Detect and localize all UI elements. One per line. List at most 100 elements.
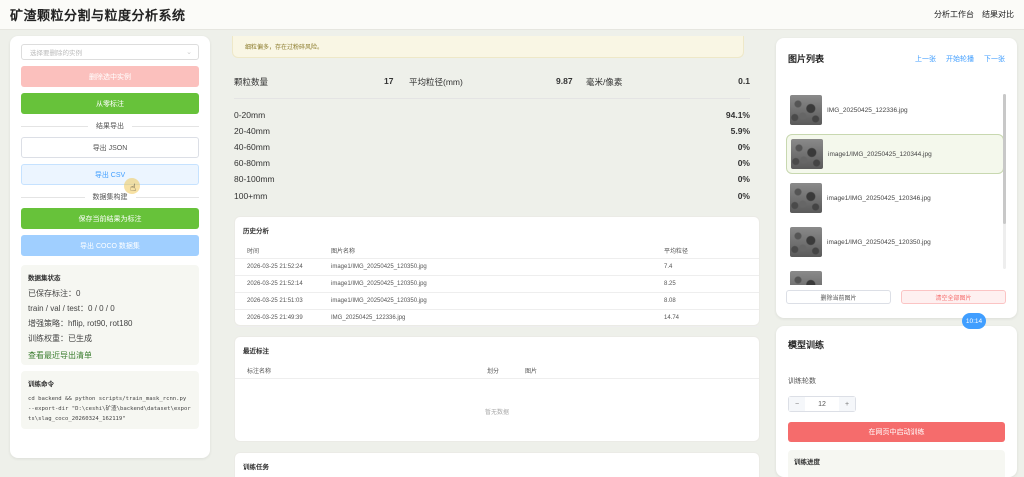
history-cell: image1/IMG_20250425_120350.jpg: [327, 258, 660, 276]
image-list-item[interactable]: image1/IMG_20250425_120346.jpg: [786, 178, 1004, 218]
minus-icon[interactable]: −: [789, 397, 805, 411]
image-thumbnail: [790, 183, 822, 213]
table-row[interactable]: 2026-03-25 21:49:39 IMG_20250425_122336.j…: [235, 309, 759, 327]
history-header-avg: 平均粒径: [660, 243, 759, 259]
scrollbar-thumb[interactable]: [1003, 94, 1006, 224]
history-cell: 2026-03-25 21:52:24: [235, 258, 327, 276]
plus-icon[interactable]: +: [839, 397, 855, 411]
training-task-card: 训练任务: [234, 452, 760, 477]
training-task-title: 训练任务: [243, 464, 269, 471]
image-thumbnail: [791, 139, 823, 169]
export-section-divider: 结果导出: [21, 121, 199, 131]
history-cell: 2026-03-25 21:52:14: [235, 275, 327, 293]
export-json-button[interactable]: 导出 JSON: [21, 137, 199, 158]
grade-range: 0-20mm: [234, 110, 266, 120]
delete-image-button[interactable]: 删除当前图片: [786, 290, 891, 304]
nav-compare[interactable]: 结果对比: [982, 9, 1014, 20]
start-carousel-link[interactable]: 开始轮播: [946, 54, 974, 64]
image-list-item-selected[interactable]: image1/IMG_20250425_120344.jpg: [786, 134, 1004, 174]
train-command-title: 训练命令: [28, 381, 54, 388]
recent-header-name: 标注名称: [235, 363, 483, 379]
image-list-panel: 图片列表 上一张 开始轮播 下一张 IMG_20250425_122336.jp…: [776, 38, 1017, 318]
epochs-value[interactable]: 12: [805, 397, 839, 411]
grade-row: 60-80mm 0%: [234, 158, 750, 168]
grade-pct: 5.9%: [730, 126, 750, 136]
history-cell: 2026-03-25 21:49:39: [235, 309, 327, 327]
model-training-panel: 模型训练 训练轮数 − 12 + 在网页中启动训练 训练进度: [776, 326, 1017, 477]
grade-pct: 0%: [737, 174, 750, 184]
next-image-link[interactable]: 下一张: [984, 54, 1005, 64]
image-list-item[interactable]: IMG_20250425_122336.jpg: [786, 90, 1004, 130]
history-cell: image1/IMG_20250425_120350.jpg: [327, 292, 660, 310]
warning-banner: 细粒偏多，存在过粉碎风险。: [232, 36, 744, 58]
image-list-item[interactable]: [786, 266, 1004, 285]
prev-image-link[interactable]: 上一张: [915, 54, 936, 64]
epochs-label: 训练轮数: [788, 378, 816, 385]
history-cell: image1/IMG_20250425_120350.jpg: [327, 275, 660, 293]
instance-select[interactable]: 选择要删除的实例 ⌄: [21, 44, 199, 60]
dataset-status-title: 数据集状态: [28, 275, 61, 282]
status-split: train / val / test：0 / 0 / 0: [28, 304, 115, 313]
grade-pct: 0%: [737, 191, 750, 201]
empty-state: 暂无数据: [484, 410, 509, 416]
history-cell: 8.25: [660, 275, 759, 293]
image-name: image1/IMG_20250425_120344.jpg: [828, 150, 932, 158]
dataset-section-divider: 数据集构建: [21, 192, 199, 202]
grade-range: 60-80mm: [234, 158, 270, 168]
image-list-header: 图片列表 上一张 开始轮播 下一张: [788, 52, 1005, 65]
left-panel: 选择要删除的实例 ⌄ 删除选中实例 从零标注 结果导出 导出 JSON 导出 C…: [10, 36, 210, 458]
status-weights: 训练权重：已生成: [28, 334, 92, 343]
instance-select-placeholder: 选择要删除的实例: [30, 50, 82, 57]
history-card: 历史分析 时间 图片名称 平均粒径 2026-03-25 21:52:24 ima…: [234, 216, 760, 327]
top-nav: 分析工作台 结果对比: [934, 9, 1014, 20]
delete-instance-button[interactable]: 删除选中实例: [21, 66, 199, 87]
status-saved: 已保存标注：0: [28, 289, 81, 298]
history-header-name: 图片名称: [327, 243, 660, 259]
relabel-button[interactable]: 从零标注: [21, 93, 199, 114]
time-badge: 10:14: [962, 313, 986, 329]
clear-images-button[interactable]: 清空全部图片: [901, 290, 1006, 304]
grade-range: 100+mm: [234, 191, 268, 201]
table-row[interactable]: 2026-03-25 21:51:03 image1/IMG_20250425_1…: [235, 292, 759, 310]
train-command-text[interactable]: cd backend && python scripts/train_mask_…: [28, 394, 192, 424]
grade-row: 20-40mm 5.9%: [234, 126, 750, 136]
view-export-list-link[interactable]: 查看最近导出清单: [28, 350, 192, 361]
chevron-down-icon: ⌄: [186, 49, 192, 56]
table-row[interactable]: 2026-03-25 21:52:24 image1/IMG_20250425_1…: [235, 258, 759, 276]
export-coco-button[interactable]: 导出 COCO 数据集: [21, 235, 199, 256]
image-actions: 删除当前图片 清空全部图片: [786, 290, 1006, 304]
cursor-hand-icon: ☝: [130, 183, 137, 194]
table-row[interactable]: 2026-03-25 21:52:14 image1/IMG_20250425_1…: [235, 275, 759, 293]
dataset-section-title: 数据集构建: [92, 194, 128, 201]
history-cell: 7.4: [660, 258, 759, 276]
recent-header-split: 划分: [483, 363, 521, 379]
export-csv-button[interactable]: 导出 CSV: [21, 164, 199, 185]
history-cell: 14.74: [660, 309, 759, 327]
grade-pct: 94.1%: [725, 110, 750, 120]
grade-row: 40-60mm 0%: [234, 142, 750, 152]
history-title: 历史分析: [243, 228, 269, 235]
image-list-item[interactable]: image1/IMG_20250425_120350.jpg: [786, 222, 1004, 262]
top-bar: 矿渣颗粒分割与粒度分析系统 分析工作台 结果对比: [0, 0, 1024, 30]
epochs-stepper[interactable]: − 12 +: [788, 396, 856, 412]
recent-header-image: 图片: [521, 363, 759, 379]
train-command-box: 训练命令 cd backend && python scripts/train_…: [21, 371, 199, 429]
save-as-label-button[interactable]: 保存当前结果为标注: [21, 208, 199, 229]
training-progress-title: 训练进度: [794, 459, 820, 466]
image-nav-links: 上一张 开始轮播 下一张: [915, 54, 1005, 64]
start-training-button[interactable]: 在网页中启动训练: [788, 422, 1005, 442]
avg-label: 平均粒径(mm): [409, 77, 463, 87]
image-name: image1/IMG_20250425_120350.jpg: [827, 238, 931, 246]
grade-row: 80-100mm 0%: [234, 174, 750, 184]
recent-table: 标注名称 划分 图片: [235, 363, 759, 379]
nav-workbench[interactable]: 分析工作台: [934, 9, 974, 20]
image-list: IMG_20250425_122336.jpg image1/IMG_20250…: [786, 90, 1004, 285]
image-thumbnail: [790, 227, 822, 257]
model-training-title: 模型训练: [788, 340, 825, 350]
image-list-scrollbar[interactable]: [1003, 94, 1006, 269]
grade-row: 0-20mm 94.1%: [234, 110, 750, 120]
count-label: 颗粒数量: [234, 77, 269, 87]
history-table: 时间 图片名称 平均粒径 2026-03-25 21:52:24 image1/I…: [235, 243, 759, 327]
grade-range: 20-40mm: [234, 126, 270, 136]
recent-title: 最近标注: [243, 348, 269, 355]
